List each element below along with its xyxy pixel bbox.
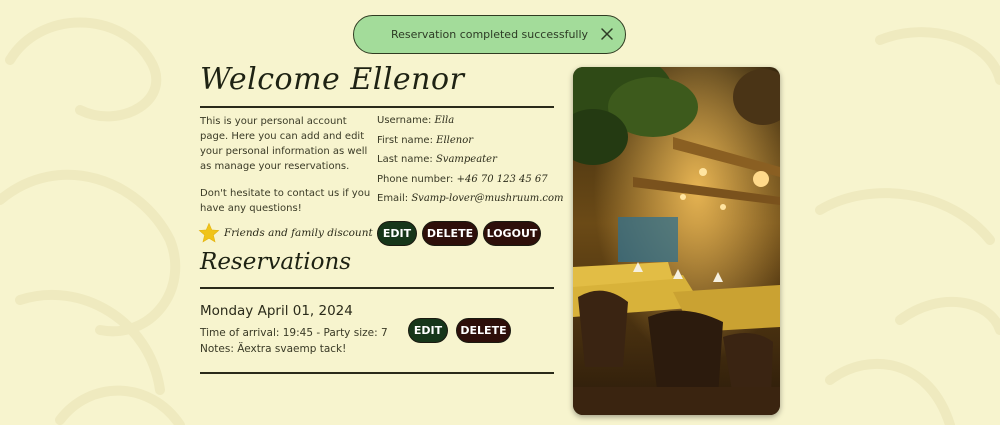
first-name-value: Ellenor xyxy=(436,134,473,146)
phone-row: Phone number: +46 70 123 45 67 xyxy=(377,173,564,193)
toast-message: Reservation completed successfully xyxy=(390,28,589,41)
intro-text: This is your personal account page. Here… xyxy=(200,114,375,216)
close-icon[interactable] xyxy=(599,26,615,42)
reservations-divider xyxy=(200,287,554,289)
success-toast: Reservation completed successfully xyxy=(353,15,626,54)
discount-badge: Friends and family discount xyxy=(198,222,373,244)
title-divider xyxy=(200,106,554,108)
username-value: Ella xyxy=(434,115,455,126)
edit-account-button[interactable]: EDIT xyxy=(377,221,417,246)
last-name-value: Svampeater xyxy=(435,154,497,165)
restaurant-photo xyxy=(573,67,780,415)
reservation-notes: Notes: Äextra svaemp tack! xyxy=(200,343,347,355)
phone-label: Phone number: xyxy=(377,173,454,185)
reservation-divider xyxy=(200,372,554,374)
last-name-row: Last name: Svampeater xyxy=(377,153,564,173)
username-row: Username: Ella xyxy=(377,114,564,134)
first-name-label: First name: xyxy=(377,134,433,146)
contact-paragraph: Don't hesitate to contact us if you have… xyxy=(200,188,371,214)
last-name-label: Last name: xyxy=(377,154,433,165)
first-name-row: First name: Ellenor xyxy=(377,134,564,154)
background-pattern xyxy=(0,17,1000,425)
reservation-date: Monday April 01, 2024 xyxy=(200,303,353,319)
discount-label: Friends and family discount xyxy=(224,227,373,239)
star-icon xyxy=(198,222,220,243)
reservation-details: Time of arrival: 19:45 - Party size: 7 xyxy=(200,327,388,339)
reservations-title: Reservations xyxy=(200,249,352,275)
page-title: Welcome Ellenor xyxy=(200,62,465,97)
intro-paragraph: This is your personal account page. Here… xyxy=(200,116,368,172)
email-label: Email: xyxy=(377,193,409,204)
phone-value: +46 70 123 45 67 xyxy=(456,173,548,185)
account-info: Username: Ella First name: Ellenor Last … xyxy=(377,114,564,212)
delete-account-button[interactable]: DELETE xyxy=(422,221,478,246)
email-value: Svamp-lover@mushruum.com xyxy=(411,193,564,204)
edit-reservation-button[interactable]: EDIT xyxy=(408,318,448,343)
delete-reservation-button[interactable]: DELETE xyxy=(456,318,511,343)
username-label: Username: xyxy=(377,115,432,126)
logout-button[interactable]: LOGOUT xyxy=(483,221,541,246)
email-row: Email: Svamp-lover@mushruum.com xyxy=(377,192,564,212)
